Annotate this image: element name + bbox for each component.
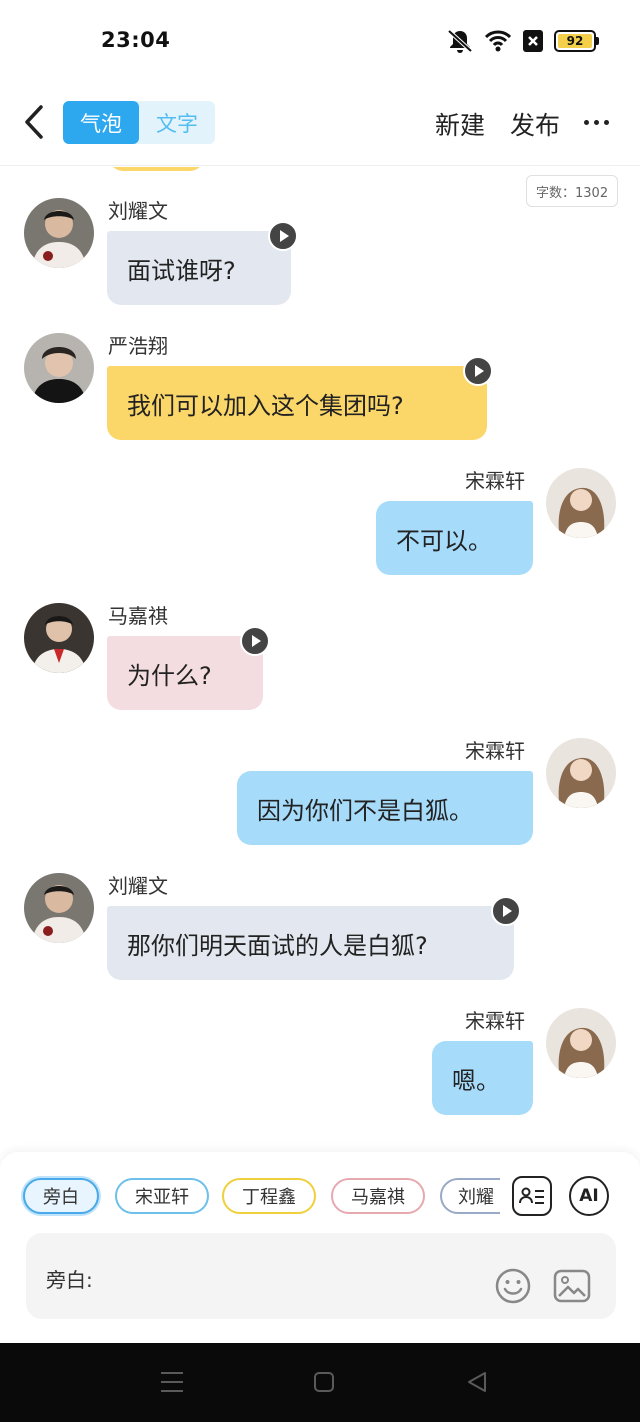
compose-panel: 旁白 宋亚轩 丁程鑫 马嘉祺 刘耀 AI 旁白: <box>0 1152 640 1343</box>
avatar[interactable] <box>24 333 94 403</box>
battery-icon: 92 <box>554 30 599 52</box>
home-icon[interactable] <box>310 1368 338 1396</box>
message-bubble[interactable]: 因为你们不是白狐。 <box>237 771 533 845</box>
chat-area[interactable]: 字数：1302 刘耀文 面试谁呀? 严浩翔 我们可以加入这个集团吗? 宋霖轩 不… <box>0 167 640 1152</box>
play-voice-icon[interactable] <box>463 356 493 386</box>
avatar[interactable] <box>546 738 616 808</box>
emoji-icon[interactable] <box>495 1268 531 1304</box>
avatar[interactable] <box>546 1008 616 1078</box>
sender-name: 严浩翔 <box>108 334 168 358</box>
message-bubble[interactable]: 嗯。 <box>432 1041 533 1115</box>
avatar[interactable] <box>546 468 616 538</box>
contact-card-icon[interactable] <box>512 1176 552 1216</box>
tab-bubble[interactable]: 气泡 <box>63 101 139 144</box>
status-bar: 23:04 92 <box>0 0 640 84</box>
play-voice-icon[interactable] <box>240 626 270 656</box>
system-nav-bar <box>0 1343 640 1422</box>
back-button[interactable] <box>14 100 54 144</box>
previous-bubble <box>109 167 204 171</box>
ai-button[interactable]: AI <box>569 1176 609 1216</box>
message-bubble[interactable]: 我们可以加入这个集团吗? <box>107 366 487 440</box>
tab-text[interactable]: 文字 <box>139 101 215 144</box>
role-chip-narration[interactable]: 旁白 <box>23 1178 99 1214</box>
sender-name: 刘耀文 <box>108 199 168 223</box>
back-icon <box>25 105 43 139</box>
sender-name: 刘耀文 <box>108 874 168 898</box>
role-chip[interactable]: 马嘉祺 <box>331 1178 425 1214</box>
avatar[interactable] <box>24 198 94 268</box>
role-chip-list[interactable]: 旁白 宋亚轩 丁程鑫 马嘉祺 刘耀 <box>0 1152 500 1242</box>
new-button[interactable]: 新建 <box>435 106 485 142</box>
image-icon[interactable] <box>553 1269 591 1303</box>
sender-name: 宋霖轩 <box>465 1009 525 1033</box>
battery-level: 92 <box>558 34 592 48</box>
mode-switch: 气泡 文字 <box>63 101 215 144</box>
word-count-badge: 字数：1302 <box>526 175 619 207</box>
role-chip[interactable]: 刘耀 <box>440 1178 500 1214</box>
wifi-icon <box>484 29 512 53</box>
back-triangle-icon[interactable] <box>463 1368 491 1396</box>
avatar[interactable] <box>24 873 94 943</box>
play-voice-icon[interactable] <box>491 896 521 926</box>
sender-name: 宋霖轩 <box>465 469 525 493</box>
top-bar: 气泡 文字 新建 发布 <box>0 84 640 166</box>
menu-icon[interactable] <box>158 1368 186 1396</box>
more-icon[interactable] <box>584 120 609 125</box>
message-bubble[interactable]: 那你们明天面试的人是白狐? <box>107 906 514 980</box>
role-chip[interactable]: 宋亚轩 <box>115 1178 209 1214</box>
publish-button[interactable]: 发布 <box>510 106 560 142</box>
avatar[interactable] <box>24 603 94 673</box>
message-bubble[interactable]: 不可以。 <box>376 501 533 575</box>
message-input[interactable]: 旁白: <box>26 1233 616 1319</box>
sender-name: 宋霖轩 <box>465 739 525 763</box>
mute-icon <box>446 28 474 54</box>
message-bubble[interactable]: 面试谁呀? <box>107 231 291 305</box>
play-voice-icon[interactable] <box>268 221 298 251</box>
input-role-label: 旁白: <box>46 1268 93 1292</box>
status-icons: 92 <box>446 28 599 54</box>
message-bubble[interactable]: 为什么? <box>107 636 263 710</box>
sender-name: 马嘉祺 <box>108 604 168 628</box>
status-time: 23:04 <box>101 28 171 52</box>
sim-off-icon <box>522 29 544 53</box>
role-chip[interactable]: 丁程鑫 <box>222 1178 316 1214</box>
